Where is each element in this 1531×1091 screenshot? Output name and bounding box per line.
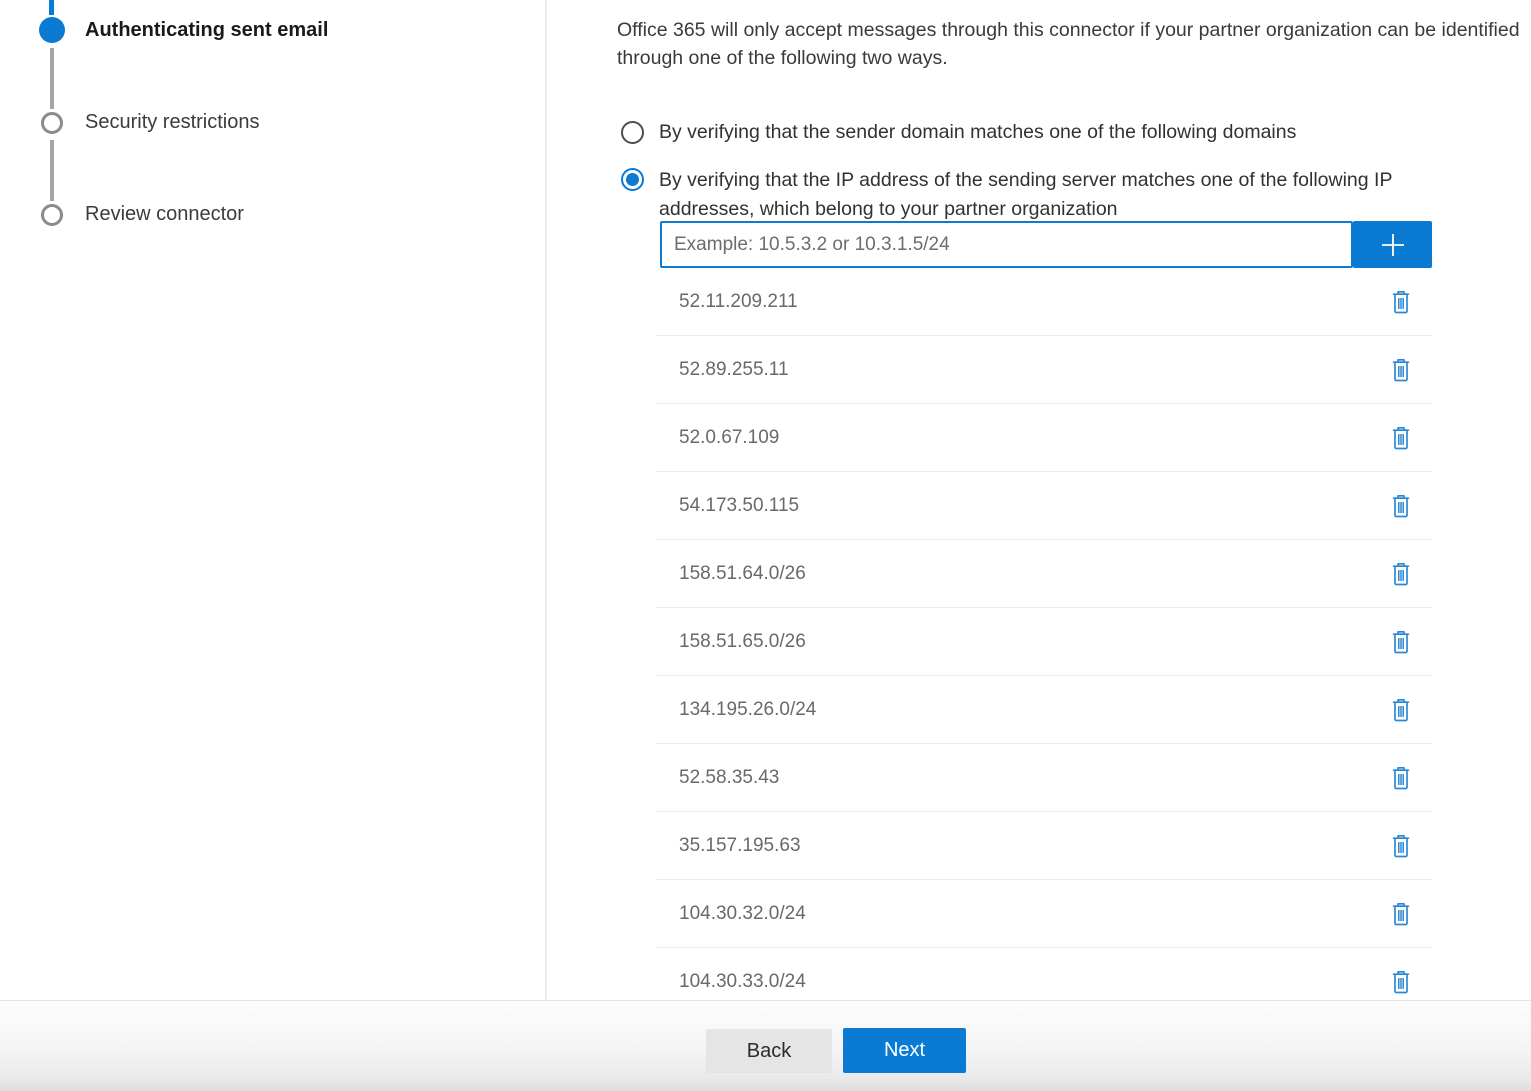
- delete-ip-button[interactable]: [1387, 287, 1415, 317]
- ip-list-item: 104.30.33.0/24: [656, 948, 1432, 1000]
- ip-address-value: 52.58.35.43: [679, 767, 779, 789]
- ip-address-value: 54.173.50.115: [679, 495, 799, 517]
- ip-list-item: 104.30.32.0/24: [656, 880, 1432, 948]
- trash-icon: [1389, 765, 1413, 791]
- stepper-connector-line: [50, 48, 54, 109]
- delete-ip-button[interactable]: [1387, 355, 1415, 385]
- trash-icon: [1389, 697, 1413, 723]
- trash-icon: [1389, 833, 1413, 859]
- delete-ip-button[interactable]: [1387, 559, 1415, 589]
- delete-ip-button[interactable]: [1387, 627, 1415, 657]
- stepper-connector-line: [50, 140, 54, 201]
- delete-ip-button[interactable]: [1387, 423, 1415, 453]
- step-authenticating-sent-email[interactable]: Authenticating sent email: [85, 19, 328, 42]
- step-security-restrictions[interactable]: Security restrictions: [85, 111, 260, 134]
- option-label: By verifying that the IP address of the …: [659, 166, 1491, 224]
- ip-address-value: 158.51.64.0/26: [679, 563, 806, 585]
- step-active-dot: [39, 17, 65, 43]
- delete-ip-button[interactable]: [1387, 831, 1415, 861]
- wizard-stepper: Authenticating sent email Security restr…: [0, 0, 545, 1000]
- ip-list-item: 52.58.35.43: [656, 744, 1432, 812]
- ip-address-value: 52.89.255.11: [679, 359, 789, 381]
- next-button[interactable]: Next: [843, 1028, 966, 1073]
- ip-list-item: 52.0.67.109: [656, 404, 1432, 472]
- delete-ip-button[interactable]: [1387, 763, 1415, 793]
- add-ip-button[interactable]: [1353, 221, 1432, 268]
- trash-icon: [1389, 493, 1413, 519]
- option-verify-sender-domain[interactable]: By verifying that the sender domain matc…: [621, 118, 1296, 147]
- step-pending-dot: [41, 112, 63, 134]
- delete-ip-button[interactable]: [1387, 491, 1415, 521]
- step-review-connector[interactable]: Review connector: [85, 203, 244, 226]
- radio-button[interactable]: [621, 121, 644, 144]
- ip-list-item: 54.173.50.115: [656, 472, 1432, 540]
- option-label: By verifying that the sender domain matc…: [659, 118, 1296, 147]
- trash-icon: [1389, 289, 1413, 315]
- back-button[interactable]: Back: [706, 1029, 832, 1073]
- ip-address-input[interactable]: [660, 221, 1353, 268]
- ip-address-list: 52.11.209.211 52.89.255.11 52.0.67.109: [656, 268, 1432, 1000]
- ip-address-value: 52.0.67.109: [679, 427, 779, 449]
- option-verify-ip-address[interactable]: By verifying that the IP address of the …: [621, 166, 1491, 224]
- radio-button[interactable]: [621, 168, 644, 191]
- ip-list-item: 35.157.195.63: [656, 812, 1432, 880]
- stepper-connector-line: [49, 0, 54, 15]
- ip-list-item: 158.51.64.0/26: [656, 540, 1432, 608]
- delete-ip-button[interactable]: [1387, 899, 1415, 929]
- trash-icon: [1389, 425, 1413, 451]
- ip-address-value: 35.157.195.63: [679, 835, 801, 857]
- plus-icon: [1377, 229, 1409, 261]
- ip-address-value: 104.30.33.0/24: [679, 971, 806, 993]
- delete-ip-button[interactable]: [1387, 695, 1415, 725]
- ip-list-item: 52.89.255.11: [656, 336, 1432, 404]
- ip-list-item: 134.195.26.0/24: [656, 676, 1432, 744]
- trash-icon: [1389, 561, 1413, 587]
- ip-list-item: 52.11.209.211: [656, 268, 1432, 336]
- trash-icon: [1389, 357, 1413, 383]
- trash-icon: [1389, 901, 1413, 927]
- ip-address-value: 134.195.26.0/24: [679, 699, 816, 721]
- page-description: Office 365 will only accept messages thr…: [617, 16, 1531, 72]
- wizard-footer: Back Next: [0, 1000, 1531, 1091]
- ip-address-value: 158.51.65.0/26: [679, 631, 806, 653]
- pane-divider: [545, 0, 547, 1000]
- ip-list-item: 158.51.65.0/26: [656, 608, 1432, 676]
- step-pending-dot: [41, 204, 63, 226]
- ip-address-value: 52.11.209.211: [679, 291, 798, 313]
- delete-ip-button[interactable]: [1387, 967, 1415, 997]
- trash-icon: [1389, 969, 1413, 995]
- trash-icon: [1389, 629, 1413, 655]
- ip-address-value: 104.30.32.0/24: [679, 903, 806, 925]
